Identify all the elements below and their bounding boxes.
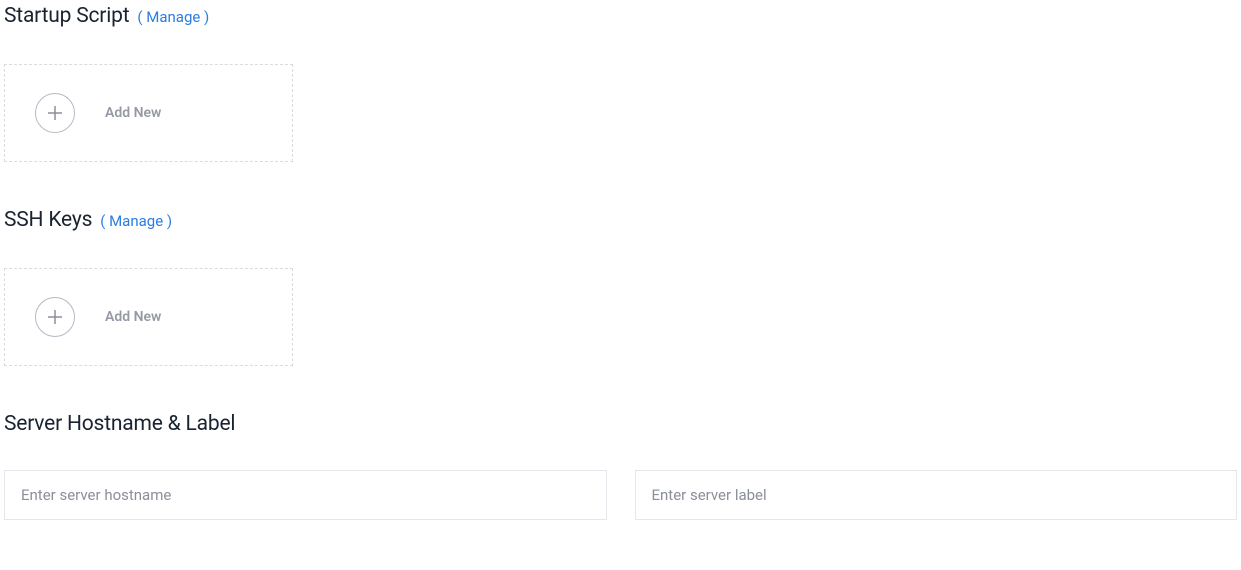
ssh-keys-header: SSH Keys ( Manage ) xyxy=(4,208,1237,232)
hostname-header: Server Hostname & Label xyxy=(4,412,1237,436)
plus-icon xyxy=(35,93,75,133)
hostname-input-row xyxy=(4,470,1237,520)
hostname-input[interactable] xyxy=(4,470,607,520)
startup-script-header: Startup Script ( Manage ) xyxy=(4,4,1237,28)
hostname-title: Server Hostname & Label xyxy=(4,412,235,436)
label-input[interactable] xyxy=(635,470,1238,520)
startup-script-title: Startup Script xyxy=(4,4,129,28)
ssh-keys-add-new-label: Add New xyxy=(105,309,161,325)
startup-script-add-new-label: Add New xyxy=(105,105,161,121)
startup-script-section: Startup Script ( Manage ) Add New xyxy=(4,4,1237,162)
startup-script-manage-link[interactable]: ( Manage ) xyxy=(137,8,209,26)
ssh-keys-add-new-card[interactable]: Add New xyxy=(4,268,293,366)
hostname-section: Server Hostname & Label xyxy=(4,412,1237,520)
plus-icon xyxy=(35,297,75,337)
ssh-keys-manage-link[interactable]: ( Manage ) xyxy=(100,212,172,230)
ssh-keys-title: SSH Keys xyxy=(4,208,92,232)
startup-script-add-new-card[interactable]: Add New xyxy=(4,64,293,162)
ssh-keys-section: SSH Keys ( Manage ) Add New xyxy=(4,208,1237,366)
